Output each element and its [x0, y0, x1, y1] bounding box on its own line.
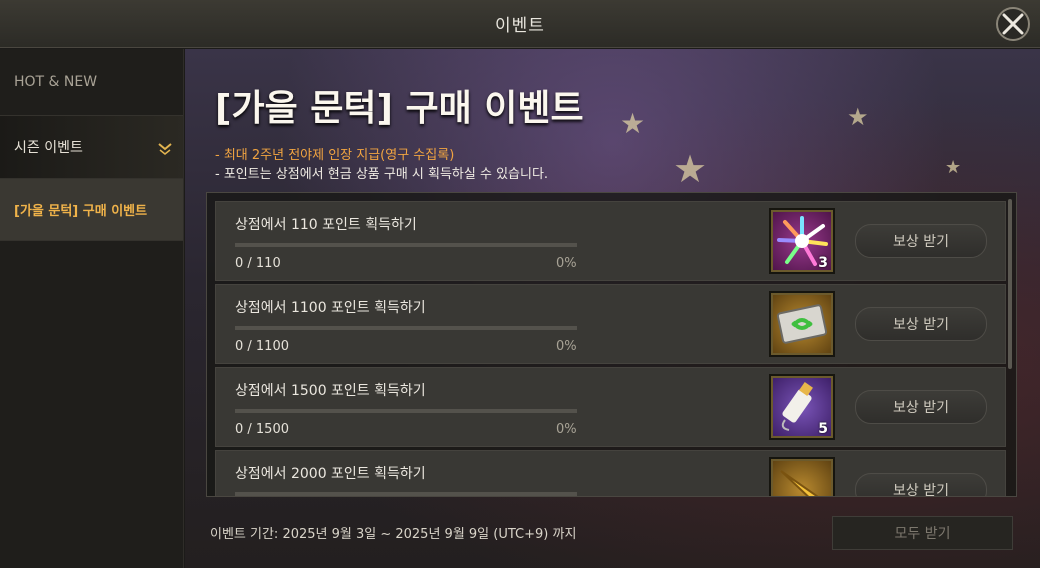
mission-row: 상점에서 2000 포인트 획득하기 보상 받기	[215, 450, 1006, 496]
star-decoration-icon: ★	[673, 147, 708, 191]
close-button[interactable]	[996, 7, 1030, 41]
golden-blade-icon	[780, 470, 819, 496]
mission-list[interactable]: 상점에서 110 포인트 획득하기 0 / 110 0% 3 보상 받기 상점에…	[206, 192, 1017, 497]
reward-item[interactable]	[769, 291, 835, 357]
mission-text: 상점에서 2000 포인트 획득하기	[235, 466, 426, 482]
progress-count: 0 / 110	[235, 256, 281, 271]
reward-item[interactable]: 3	[769, 208, 835, 274]
event-period: 이벤트 기간: 2025년 9월 3일 ~ 2025년 9월 9일 (UTC+9…	[210, 527, 577, 542]
progress-bar	[235, 243, 577, 247]
reward-item[interactable]	[769, 457, 835, 496]
claim-all-button[interactable]: 모두 받기	[832, 516, 1013, 550]
progress-percent: 0%	[556, 339, 577, 354]
claim-reward-button[interactable]: 보상 받기	[855, 473, 987, 496]
star-decoration-icon: ★	[945, 157, 962, 178]
event-description-points: - 포인트는 상점에서 현금 상품 구매 시 획득하실 수 있습니다.	[215, 167, 549, 182]
sidebar-item-label: HOT & NEW	[14, 74, 98, 90]
mission-text: 상점에서 1100 포인트 획득하기	[235, 300, 426, 316]
progress-bar	[235, 326, 577, 330]
sidebar-item-label: 시즌 이벤트	[14, 140, 83, 156]
progress-percent: 0%	[556, 422, 577, 437]
ticket-icon	[776, 304, 828, 344]
sidebar-item-label: [가을 문턱] 구매 이벤트	[14, 204, 148, 219]
window-title: 이벤트	[495, 16, 545, 36]
chevron-down-icon	[158, 143, 172, 155]
mission-row: 상점에서 1500 포인트 획득하기 0 / 1500 0% 5 보상 받기	[215, 367, 1006, 447]
claim-reward-button[interactable]: 보상 받기	[855, 390, 987, 424]
progress-count: 0 / 1500	[235, 422, 289, 437]
scrollbar[interactable]	[1008, 199, 1012, 369]
event-panel: ★ ★ ★ ★ [가을 문턱] 구매 이벤트 - 최대 2주년 전야제 인장 지…	[185, 49, 1040, 568]
progress-bar	[235, 492, 577, 496]
mission-text: 상점에서 1500 포인트 획득하기	[235, 383, 426, 399]
mission-text: 상점에서 110 포인트 획득하기	[235, 217, 417, 233]
mission-row: 상점에서 1100 포인트 획득하기 0 / 1100 0% 보상 받기	[215, 284, 1006, 364]
progress-bar	[235, 409, 577, 413]
claim-reward-button[interactable]: 보상 받기	[855, 224, 987, 258]
sidebar-item-season-event[interactable]: 시즌 이벤트	[0, 116, 183, 179]
sidebar: HOT & NEW 시즌 이벤트 [가을 문턱] 구매 이벤트	[0, 49, 184, 568]
mission-row: 상점에서 110 포인트 획득하기 0 / 110 0% 3 보상 받기	[215, 201, 1006, 281]
sidebar-item-hot-new[interactable]: HOT & NEW	[0, 49, 183, 116]
reward-item[interactable]: 5	[769, 374, 835, 440]
star-decoration-icon: ★	[847, 103, 869, 131]
reward-quantity: 5	[818, 421, 828, 437]
sidebar-item-autumn-purchase-event[interactable]: [가을 문턱] 구매 이벤트	[0, 179, 183, 241]
claim-reward-button[interactable]: 보상 받기	[855, 307, 987, 341]
progress-count: 0 / 1100	[235, 339, 289, 354]
progress-percent: 0%	[556, 256, 577, 271]
event-title: [가을 문턱] 구매 이벤트	[215, 88, 584, 129]
reward-quantity: 3	[818, 255, 828, 271]
star-decoration-icon: ★	[620, 107, 646, 140]
close-icon	[1002, 13, 1024, 35]
title-bar: 이벤트	[0, 0, 1040, 48]
event-description-reward: - 최대 2주년 전야제 인장 지급(영구 수집록)	[215, 148, 455, 163]
